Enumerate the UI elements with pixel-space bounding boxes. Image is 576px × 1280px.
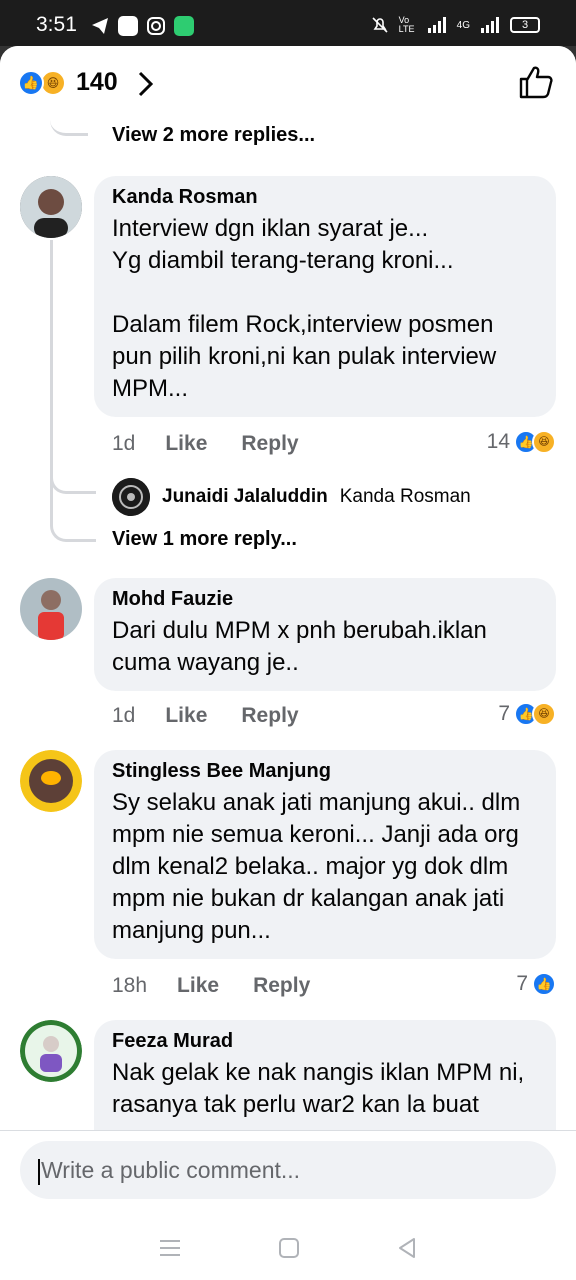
like-button[interactable]: Like	[165, 432, 207, 456]
avatar-image	[112, 478, 150, 516]
comments-list: View 2 more replies... Kanda Rosman Inte…	[0, 118, 576, 1130]
comment-text: Nak gelak ke nak nangis iklan MPM ni, ra…	[112, 1059, 525, 1118]
network-label: 4G	[456, 19, 470, 31]
telegram-icon	[92, 18, 108, 34]
thread-line	[50, 518, 96, 542]
comment-actions: 1d Like Reply	[112, 704, 299, 728]
status-time: 3:51	[36, 13, 77, 36]
reply-button[interactable]: Reply	[241, 704, 298, 728]
comment-author[interactable]: Feeza Murad	[112, 1030, 538, 1053]
volte-label: Vo LTE	[398, 15, 415, 34]
comment-bubble: Mohd Fauzie Dari dulu MPM x pnh berubah.…	[94, 578, 556, 691]
comment-bubble: Stingless Bee Manjung Sy selaku anak jat…	[94, 750, 556, 959]
view-more-replies-link[interactable]: View 1 more reply...	[112, 528, 297, 551]
reply-button[interactable]: Reply	[241, 432, 298, 456]
mute-bell-icon	[372, 17, 388, 33]
system-nav-bar	[0, 1215, 576, 1280]
nested-reply[interactable]: Junaidi Jalaluddin Kanda Rosman	[112, 478, 471, 516]
signal-icon	[427, 17, 446, 33]
app-icon	[118, 16, 138, 36]
avatar[interactable]	[112, 478, 150, 516]
comment-input[interactable]: Write a public comment...	[20, 1141, 556, 1199]
reaction-badge[interactable]: 7 👍	[516, 972, 556, 996]
back-nav-icon[interactable]	[396, 1237, 418, 1259]
thread-line	[50, 470, 96, 494]
comment-time[interactable]: 18h	[112, 974, 147, 998]
comment-time[interactable]: 1d	[112, 704, 135, 728]
status-bar: 3:51 Vo LTE 4G 3	[0, 0, 576, 46]
comment-text: Sy selaku anak jati manjung akui.. dlm m…	[112, 789, 521, 944]
comment-text: Interview dgn iklan syarat je... Yg diam…	[112, 215, 497, 402]
comments-sheet: 👍 😆 140 View 2 more replies... Kanda Ros…	[0, 46, 576, 1280]
comment-author[interactable]: Mohd Fauzie	[112, 588, 538, 611]
reaction-count: 7	[498, 702, 510, 725]
reaction-count: 14	[486, 430, 510, 453]
composer-bar: Write a public comment...	[0, 1130, 576, 1280]
system-icons: Vo LTE 4G 3	[371, 16, 540, 34]
comment-input-placeholder: Write a public comment...	[41, 1157, 301, 1183]
comment-text: Dari dulu MPM x pnh berubah.iklan cuma w…	[112, 617, 487, 676]
like-button[interactable]: Like	[177, 974, 219, 998]
like-reaction-icon: 👍	[532, 972, 556, 996]
home-nav-icon[interactable]	[278, 1237, 300, 1259]
menu-nav-icon[interactable]	[158, 1238, 182, 1258]
comment-author[interactable]: Stingless Bee Manjung	[112, 760, 538, 783]
comment-actions: 1d Like Reply	[112, 432, 299, 456]
comment-time[interactable]: 1d	[112, 432, 135, 456]
avatar[interactable]	[20, 578, 82, 640]
text-caret	[38, 1158, 40, 1185]
haha-reaction-icon: 😆	[532, 702, 556, 726]
reply-button[interactable]: Reply	[253, 974, 310, 998]
reaction-badge[interactable]: 7 👍 😆	[498, 702, 556, 726]
avatar-image	[20, 1020, 82, 1082]
avatar-image	[20, 176, 82, 238]
avatar[interactable]	[20, 1020, 82, 1082]
reply-mention[interactable]: Kanda Rosman	[340, 486, 471, 508]
thread-line	[50, 118, 88, 136]
haha-reaction-icon: 😆	[532, 430, 556, 454]
comment-bubble: Feeza Murad Nak gelak ke nak nangis ikla…	[94, 1020, 556, 1130]
sheet-header: 👍 😆 140	[0, 46, 576, 118]
like-button[interactable]: Like	[165, 704, 207, 728]
chevron-right-icon[interactable]	[136, 70, 156, 100]
comment-author[interactable]: Kanda Rosman	[112, 186, 538, 209]
like-outline-icon[interactable]	[518, 64, 554, 100]
instagram-icon	[147, 17, 165, 35]
messenger-app-icon	[174, 16, 194, 36]
signal-icon-2	[481, 17, 499, 33]
reaction-count: 7	[516, 972, 528, 995]
notification-icons	[90, 16, 194, 36]
comment-bubble: Kanda Rosman Interview dgn iklan syarat …	[94, 176, 556, 417]
avatar-image	[20, 578, 82, 640]
avatar[interactable]	[20, 750, 82, 812]
like-reaction-icon: 👍	[18, 70, 44, 96]
battery-icon: 3	[510, 17, 540, 33]
avatar-image	[20, 750, 82, 812]
view-more-replies-link[interactable]: View 2 more replies...	[112, 124, 315, 147]
avatar[interactable]	[20, 176, 82, 238]
reaction-count[interactable]: 140	[76, 68, 118, 97]
comment-actions: 18h Like Reply	[112, 974, 310, 998]
reply-author[interactable]: Junaidi Jalaluddin	[162, 486, 328, 508]
reaction-summary[interactable]: 👍 😆	[18, 70, 74, 98]
reaction-badge[interactable]: 14 👍 😆	[487, 430, 556, 454]
